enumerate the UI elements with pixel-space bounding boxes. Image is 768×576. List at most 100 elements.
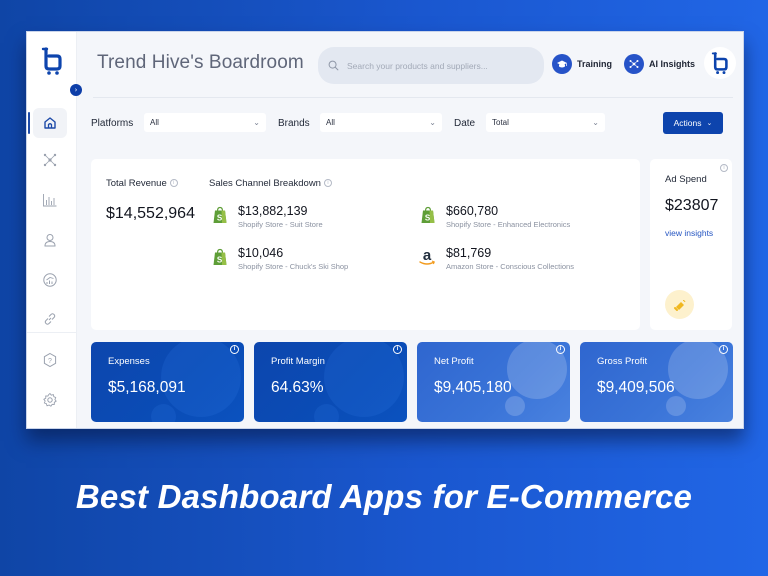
user-avatar[interactable] bbox=[704, 47, 736, 79]
kpi-value: $5,168,091 bbox=[108, 379, 186, 396]
channel-item: a $81,769 Amazon Store - Conscious Colle… bbox=[418, 246, 574, 271]
gear-icon bbox=[43, 393, 57, 407]
kpi-card-gross-profit: Gross Profit $9,409,506 i bbox=[580, 342, 733, 422]
shopify-icon: S bbox=[421, 206, 435, 223]
network-icon bbox=[43, 153, 57, 167]
channel-amount: $660,780 bbox=[446, 204, 499, 218]
kpi-value: $9,409,506 bbox=[597, 379, 675, 396]
ai-insights-icon-wrap bbox=[624, 54, 644, 74]
megaphone-icon-wrap bbox=[665, 290, 694, 319]
app-logo-icon[interactable] bbox=[41, 46, 63, 76]
graduation-cap-icon bbox=[557, 60, 567, 68]
channel-amount: $10,046 bbox=[238, 246, 284, 260]
ai-network-icon bbox=[629, 60, 639, 68]
chevron-down-icon: ⌄ bbox=[706, 120, 713, 127]
decorative-bubble bbox=[505, 396, 525, 416]
platforms-select[interactable]: All ⌄ bbox=[144, 113, 266, 132]
info-icon[interactable]: i bbox=[719, 345, 728, 354]
channel-amount: $81,769 bbox=[446, 246, 492, 260]
chevron-down-icon: ⌄ bbox=[592, 118, 599, 127]
sidebar-item-help[interactable]: ? bbox=[33, 345, 67, 375]
shopify-icon: S bbox=[213, 248, 227, 265]
info-icon[interactable]: i bbox=[169, 179, 178, 188]
sidebar-item-integrations[interactable] bbox=[33, 304, 67, 334]
info-icon[interactable]: i bbox=[323, 179, 332, 188]
search-input[interactable] bbox=[347, 60, 527, 71]
decorative-bubble bbox=[151, 404, 176, 422]
channel-name: Amazon Store - Conscious Collections bbox=[446, 262, 574, 271]
sidebar-divider bbox=[27, 332, 77, 333]
channel-name: Shopify Store - Suit Store bbox=[238, 220, 323, 229]
svg-text:S: S bbox=[217, 256, 223, 265]
channel-item: S $13,882,139 Shopify Store - Suit Store bbox=[212, 204, 323, 229]
search-bar[interactable] bbox=[318, 47, 544, 84]
total-revenue-value: $14,552,964 bbox=[106, 205, 195, 222]
sidebar-item-network[interactable] bbox=[33, 145, 67, 175]
link-icon bbox=[44, 313, 56, 325]
user-icon bbox=[44, 234, 56, 247]
ad-spend-title: Ad Spend bbox=[665, 174, 707, 185]
header-divider bbox=[93, 97, 733, 98]
sidebar-collapse-button[interactable]: › bbox=[70, 84, 82, 96]
kpi-card-net-profit: Net Profit $9,405,180 i bbox=[417, 342, 570, 422]
amazon-icon: a bbox=[419, 248, 435, 265]
kpi-value: 64.63% bbox=[271, 379, 324, 396]
platforms-label: Platforms bbox=[91, 118, 134, 129]
page-title: Trend Hive's Boardroom bbox=[97, 52, 304, 73]
revenue-card: Total Revenue i $14,552,964 Sales Channel… bbox=[91, 159, 640, 330]
svg-text:?: ? bbox=[48, 358, 52, 365]
growth-chart-icon bbox=[43, 273, 57, 287]
bar-chart-icon bbox=[43, 194, 57, 207]
avatar-logo-icon bbox=[711, 52, 728, 75]
kpi-value: $9,405,180 bbox=[434, 379, 512, 396]
decorative-bubble bbox=[324, 342, 404, 417]
ad-spend-card: i Ad Spend $23807 view insights bbox=[650, 159, 732, 330]
actions-button[interactable]: Actions ⌄ bbox=[663, 112, 723, 134]
kpi-card-expenses: Expenses $5,168,091 i bbox=[91, 342, 244, 422]
search-icon bbox=[328, 60, 339, 71]
sidebar-item-settings[interactable] bbox=[33, 385, 67, 415]
info-icon[interactable]: i bbox=[230, 345, 239, 354]
sidebar-item-home[interactable] bbox=[28, 108, 67, 138]
megaphone-icon bbox=[673, 299, 685, 311]
channel-amount: $13,882,139 bbox=[238, 204, 308, 218]
sales-channel-label-wrap: Sales Channel Breakdown i bbox=[209, 178, 332, 189]
training-button[interactable]: Training bbox=[552, 54, 612, 74]
kpi-title: Gross Profit bbox=[597, 356, 648, 367]
svg-text:S: S bbox=[217, 214, 223, 223]
kpi-card-profit-margin: Profit Margin 64.63% i bbox=[254, 342, 407, 422]
brands-label: Brands bbox=[278, 118, 310, 129]
chevron-down-icon: ⌄ bbox=[429, 118, 436, 127]
decorative-bubble bbox=[314, 404, 339, 422]
sidebar-item-growth[interactable] bbox=[33, 265, 67, 295]
sidebar-item-analytics[interactable] bbox=[33, 185, 67, 215]
svg-text:a: a bbox=[423, 248, 432, 264]
help-icon: ? bbox=[43, 352, 57, 368]
sidebar-item-users[interactable] bbox=[33, 225, 67, 255]
date-label: Date bbox=[454, 118, 476, 129]
channel-name: Shopify Store - Chuck's Ski Shop bbox=[238, 262, 349, 271]
sales-channel-label: Sales Channel Breakdown bbox=[209, 178, 321, 189]
channel-item: S $10,046 Shopify Store - Chuck's Ski Sh… bbox=[212, 246, 348, 271]
info-icon[interactable]: i bbox=[393, 345, 402, 354]
channel-name: Shopify Store - Enhanced Electronics bbox=[446, 220, 571, 229]
dashboard-window: ? › Trend Hive's Boardroom Training AI I… bbox=[26, 31, 744, 429]
brands-value: All bbox=[326, 118, 335, 127]
ai-insights-button[interactable]: AI Insights bbox=[624, 54, 695, 74]
info-icon[interactable]: i bbox=[556, 345, 565, 354]
platforms-value: All bbox=[150, 118, 159, 127]
shopify-icon: S bbox=[213, 206, 227, 223]
date-select[interactable]: Total ⌄ bbox=[486, 113, 605, 132]
date-value: Total bbox=[492, 118, 509, 127]
info-icon[interactable]: i bbox=[720, 164, 728, 172]
kpi-title: Profit Margin bbox=[271, 356, 325, 367]
brands-select[interactable]: All ⌄ bbox=[320, 113, 442, 132]
kpi-title: Net Profit bbox=[434, 356, 474, 367]
view-insights-link[interactable]: view insights bbox=[665, 228, 713, 238]
home-icon bbox=[44, 117, 56, 129]
ai-insights-label: AI Insights bbox=[649, 59, 696, 69]
kpi-title: Expenses bbox=[108, 356, 150, 367]
ad-spend-value: $23807 bbox=[665, 197, 719, 214]
total-revenue-label: Total Revenue bbox=[106, 178, 167, 189]
decorative-bubble bbox=[666, 396, 686, 416]
